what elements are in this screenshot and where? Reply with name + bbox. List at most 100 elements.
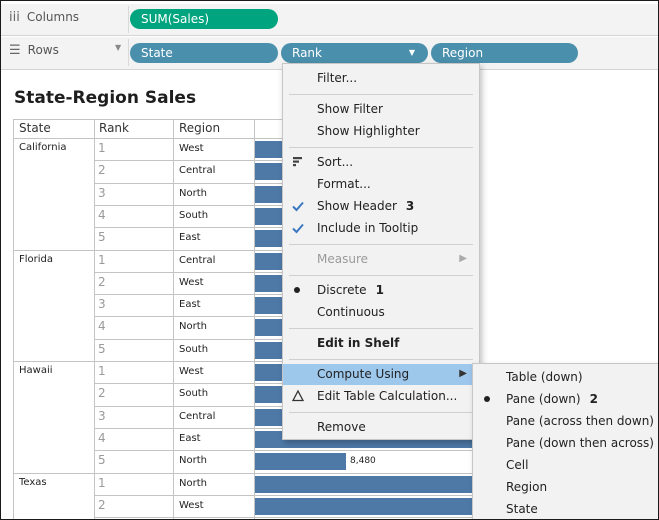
rank-value[interactable]: 2	[98, 275, 106, 289]
region-value[interactable]: Central	[179, 165, 215, 176]
menu-separator	[289, 412, 473, 413]
grid-line	[13, 119, 14, 519]
sales-bar[interactable]	[255, 475, 473, 493]
rank-value[interactable]: 5	[98, 453, 106, 467]
sales-bar[interactable]	[255, 497, 473, 515]
compute-option-text: State	[506, 502, 538, 516]
rank-value[interactable]: 1	[98, 476, 106, 490]
region-value[interactable]: Central	[179, 411, 215, 422]
region-value[interactable]: South	[179, 210, 208, 221]
menu-item-edit-in-shelf[interactable]: Edit in Shelf	[283, 333, 479, 354]
rank-value[interactable]: 2	[98, 386, 106, 400]
rank-value[interactable]: 3	[98, 186, 106, 200]
grid-line	[254, 119, 255, 519]
region-value[interactable]: North	[179, 455, 207, 466]
menu-item-label: Sort...	[317, 155, 353, 169]
menu-item-show-header[interactable]: Show Header 3	[283, 196, 479, 217]
rank-value[interactable]: 2	[98, 498, 106, 512]
menu-item-format[interactable]: Format...	[283, 174, 479, 195]
annotation-number: 3	[405, 199, 415, 213]
menu-item-text: Sort...	[317, 155, 354, 169]
compute-option-label: Table (down)	[506, 370, 583, 384]
columns-icon: iii	[9, 9, 20, 25]
menu-item-label: Include in Tooltip	[317, 221, 418, 235]
pill-label: Rank	[292, 46, 322, 60]
state-label[interactable]: Florida	[19, 254, 53, 265]
rank-context-menu: Filter... Show Filter Show Highlighter Sort…	[282, 63, 480, 440]
grid-line	[94, 495, 472, 496]
region-value[interactable]: South	[179, 344, 208, 355]
region-pill[interactable]: Region	[431, 43, 578, 63]
rank-header[interactable]: Rank	[99, 121, 129, 135]
state-label[interactable]: California	[19, 142, 67, 153]
rank-value[interactable]: 1	[98, 141, 106, 155]
rank-value[interactable]: 5	[98, 342, 106, 356]
state-label[interactable]: Hawaii	[19, 365, 53, 376]
compute-option-region[interactable]: Region	[473, 477, 658, 498]
menu-item-text: Edit in Shelf	[317, 336, 400, 350]
menu-item-remove[interactable]: Remove	[283, 417, 479, 438]
menu-separator	[289, 359, 473, 360]
compute-option-pane-down[interactable]: Pane (down) 2	[473, 389, 658, 410]
region-value[interactable]: East	[179, 433, 201, 444]
compute-option-pane-down-then-across[interactable]: Pane (down then across)	[473, 433, 658, 454]
rank-value[interactable]: 4	[98, 431, 106, 445]
region-value[interactable]: North	[179, 321, 207, 332]
compute-option-pane-across-then-down[interactable]: Pane (across then down)	[473, 411, 658, 432]
compute-option-text: Region	[506, 480, 548, 494]
chevron-right-icon: ▶	[459, 253, 467, 264]
region-value[interactable]: East	[179, 299, 201, 310]
menu-item-include-in-tooltip[interactable]: Include in Tooltip	[283, 218, 479, 239]
menu-item-continuous[interactable]: Continuous	[283, 302, 479, 323]
region-value[interactable]: South	[179, 388, 208, 399]
compute-option-state[interactable]: State	[473, 499, 658, 519]
sheet-title: State-Region Sales	[14, 88, 197, 108]
menu-item-label: Edit Table Calculation...	[317, 389, 457, 403]
region-value[interactable]: East	[179, 232, 201, 243]
menu-item-label: Compute Using	[317, 367, 409, 381]
check-icon	[292, 201, 304, 212]
state-header[interactable]: State	[19, 121, 51, 135]
menu-item-show-filter[interactable]: Show Filter	[283, 99, 479, 120]
rank-value[interactable]: 1	[98, 253, 106, 267]
region-value[interactable]: North	[179, 188, 207, 199]
menu-item-text: Measure	[317, 252, 368, 266]
menu-item-text: Include in Tooltip	[317, 221, 419, 235]
region-value[interactable]: West	[179, 500, 204, 511]
sales-bar[interactable]	[255, 453, 346, 471]
region-value[interactable]: West	[179, 366, 204, 377]
rank-value[interactable]: 1	[98, 364, 106, 378]
region-value[interactable]: North	[179, 478, 207, 489]
rank-value[interactable]: 4	[98, 319, 106, 333]
menu-item-text: Show Highlighter	[317, 124, 420, 138]
rank-pill[interactable]: Rank ▼	[281, 43, 428, 63]
menu-item-sort[interactable]: Sort...	[283, 152, 479, 173]
check-icon	[292, 223, 304, 234]
region-value[interactable]: West	[179, 277, 204, 288]
region-header[interactable]: Region	[179, 121, 220, 135]
state-label[interactable]: Texas	[19, 477, 47, 488]
menu-item-discrete[interactable]: Discrete 1	[283, 280, 479, 301]
chevron-down-icon[interactable]: ▼	[409, 43, 415, 63]
compute-option-cell[interactable]: Cell	[473, 455, 658, 476]
region-value[interactable]: Central	[179, 255, 215, 266]
rank-value[interactable]: 2	[98, 163, 106, 177]
sum-sales-pill[interactable]: SUM(Sales)	[130, 9, 278, 29]
menu-item-compute-using[interactable]: Compute Using ▶	[283, 364, 479, 385]
menu-item-label: Discrete 1	[317, 283, 384, 297]
region-value[interactable]: West	[179, 143, 204, 154]
menu-item-text: Filter...	[317, 71, 358, 85]
chevron-down-icon[interactable]: ▼	[115, 43, 121, 52]
compute-option-text: Table (down)	[506, 370, 583, 384]
state-pill[interactable]: State	[130, 43, 278, 63]
compute-option-table-down[interactable]: Table (down)	[473, 367, 658, 388]
menu-item-show-highlighter[interactable]: Show Highlighter	[283, 121, 479, 142]
rank-value[interactable]: 3	[98, 409, 106, 423]
rank-value[interactable]: 3	[98, 297, 106, 311]
rank-value[interactable]: 4	[98, 208, 106, 222]
pill-label: SUM(Sales)	[141, 12, 210, 26]
rank-value[interactable]: 5	[98, 230, 106, 244]
menu-item-edit-table-calculation[interactable]: Edit Table Calculation...	[283, 386, 479, 407]
menu-item-filter[interactable]: Filter...	[283, 68, 479, 89]
rows-label: Rows	[27, 43, 59, 57]
